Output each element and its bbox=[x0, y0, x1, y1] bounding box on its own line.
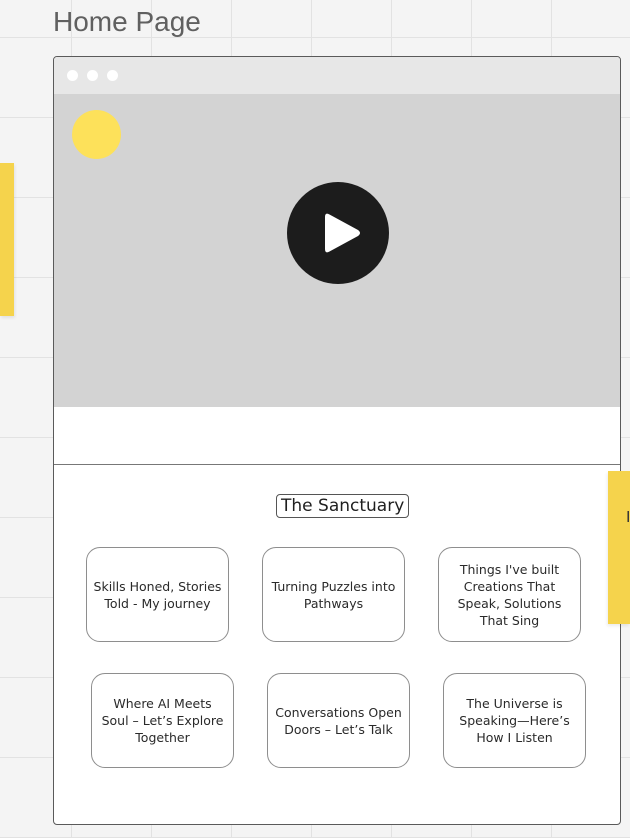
page-title: Home Page bbox=[53, 6, 201, 37]
card-things-built[interactable]: Things I've built Creations That Speak, … bbox=[438, 547, 581, 642]
play-icon bbox=[325, 213, 360, 253]
card-lets-talk[interactable]: Conversations Open Doors – Let’s Talk bbox=[267, 673, 410, 768]
sticky-note-right[interactable]: I bbox=[608, 471, 630, 624]
card-puzzles-pathways[interactable]: Turning Puzzles into Pathways bbox=[262, 547, 405, 642]
browser-title-bar bbox=[54, 57, 620, 94]
section-divider bbox=[54, 464, 620, 465]
sticky-note-left[interactable] bbox=[0, 163, 14, 316]
window-dot-icon bbox=[107, 70, 118, 81]
sticky-note-text: I bbox=[626, 509, 630, 526]
video-placeholder bbox=[54, 94, 620, 407]
yellow-dot-icon bbox=[72, 110, 121, 159]
browser-window-mockup: The Sanctuary Skills Honed, Stories Told… bbox=[53, 56, 621, 825]
window-dot-icon bbox=[67, 70, 78, 81]
section-title: The Sanctuary bbox=[276, 494, 410, 518]
card-my-journey[interactable]: Skills Honed, Stories Told - My journey bbox=[86, 547, 229, 642]
window-dot-icon bbox=[87, 70, 98, 81]
play-button[interactable] bbox=[287, 182, 389, 284]
card-universe-speaking[interactable]: The Universe is Speaking—Here’s How I Li… bbox=[443, 673, 586, 768]
card-ai-meets-soul[interactable]: Where AI Meets Soul – Let’s Explore Toge… bbox=[91, 673, 234, 768]
